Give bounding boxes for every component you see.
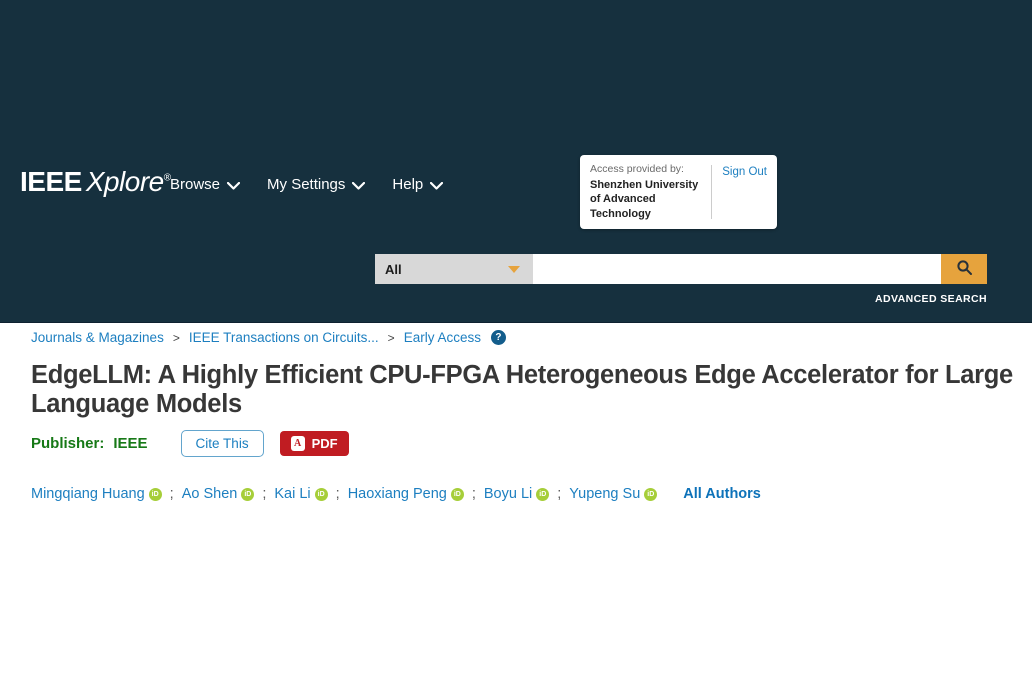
page-title: EdgeLLM: A Highly Efficient CPU-FPGA Het… [31, 361, 1016, 418]
ieee-xplore-logo[interactable]: IEEEXplore® [20, 166, 171, 198]
author-link[interactable]: Boyu Li [484, 486, 532, 502]
pdf-button-label: PDF [312, 436, 338, 451]
main-nav: Browse My Settings Help [170, 176, 443, 193]
sign-out-link[interactable]: Sign Out [722, 163, 767, 221]
author: Boyu Li iD [484, 486, 549, 502]
breadcrumb-early-access[interactable]: Early Access [404, 330, 481, 345]
author-separator: ; [170, 486, 174, 502]
author: Haoxiang Peng iD [348, 486, 464, 502]
author-separator: ; [557, 486, 561, 502]
pdf-button[interactable]: A PDF [280, 431, 349, 456]
caret-down-icon [508, 266, 520, 273]
publisher-label: Publisher: [31, 435, 104, 452]
chevron-down-icon [227, 180, 240, 190]
chevron-down-icon [430, 180, 443, 190]
author: Kai Li iD [274, 486, 327, 502]
orcid-icon[interactable]: iD [536, 488, 549, 501]
search-button[interactable] [941, 254, 987, 284]
breadcrumb-separator: > [388, 331, 395, 345]
search-icon [956, 259, 973, 279]
access-provided-label: Access provided by: [590, 163, 701, 175]
author: Yupeng Su iD [569, 486, 657, 502]
nav-browse[interactable]: Browse [170, 176, 240, 193]
author-link[interactable]: Haoxiang Peng [348, 486, 447, 502]
nav-help-label: Help [392, 176, 423, 193]
access-info: Access provided by: Shenzhen University … [590, 163, 701, 221]
search-input[interactable] [533, 254, 941, 284]
cite-this-button[interactable]: Cite This [181, 430, 264, 457]
access-divider [711, 165, 712, 219]
pdf-file-icon: A [291, 436, 305, 451]
institution-name: Shenzhen University of Advanced Technolo… [590, 178, 701, 221]
help-icon[interactable]: ? [491, 330, 506, 345]
authors-row: Mingqiang Huang iD ; Ao Shen iD ; Kai Li… [31, 486, 761, 502]
search-bar: All [375, 254, 987, 284]
search-scope-value: All [385, 262, 402, 277]
publisher-name: IEEE [113, 435, 147, 452]
author-separator: ; [262, 486, 266, 502]
author-link[interactable]: Mingqiang Huang [31, 486, 145, 502]
logo-xplore-text: Xplore [86, 166, 164, 197]
orcid-icon[interactable]: iD [451, 488, 464, 501]
breadcrumb-separator: > [173, 331, 180, 345]
orcid-icon[interactable]: iD [241, 488, 254, 501]
publisher-row: Publisher: IEEE Cite This A PDF [31, 428, 349, 458]
publisher: Publisher: IEEE [31, 435, 148, 452]
orcid-icon[interactable]: iD [149, 488, 162, 501]
chevron-down-icon [352, 180, 365, 190]
advanced-search-link[interactable]: ADVANCED SEARCH [875, 293, 987, 305]
nav-my-settings-label: My Settings [267, 176, 345, 193]
breadcrumb-journal-title[interactable]: IEEE Transactions on Circuits... [189, 330, 379, 345]
orcid-icon[interactable]: iD [315, 488, 328, 501]
author-link[interactable]: Yupeng Su [569, 486, 640, 502]
nav-help[interactable]: Help [392, 176, 443, 193]
author: Ao Shen iD [182, 486, 255, 502]
logo-ieee-text: IEEE [20, 166, 82, 197]
author-separator: ; [472, 486, 476, 502]
page: IEEEXplore® Browse My Settings Help Acce… [0, 0, 1032, 678]
author: Mingqiang Huang iD [31, 486, 162, 502]
nav-browse-label: Browse [170, 176, 220, 193]
search-scope-dropdown[interactable]: All [375, 254, 533, 284]
orcid-icon[interactable]: iD [644, 488, 657, 501]
author-link[interactable]: Kai Li [274, 486, 310, 502]
nav-my-settings[interactable]: My Settings [267, 176, 365, 193]
author-link[interactable]: Ao Shen [182, 486, 238, 502]
all-authors-link[interactable]: All Authors [683, 486, 761, 502]
breadcrumb: Journals & Magazines > IEEE Transactions… [31, 330, 506, 345]
institution-access-box: Access provided by: Shenzhen University … [580, 155, 777, 229]
breadcrumb-journals-magazines[interactable]: Journals & Magazines [31, 330, 164, 345]
author-separator: ; [336, 486, 340, 502]
header: IEEEXplore® Browse My Settings Help Acce… [0, 0, 1032, 323]
